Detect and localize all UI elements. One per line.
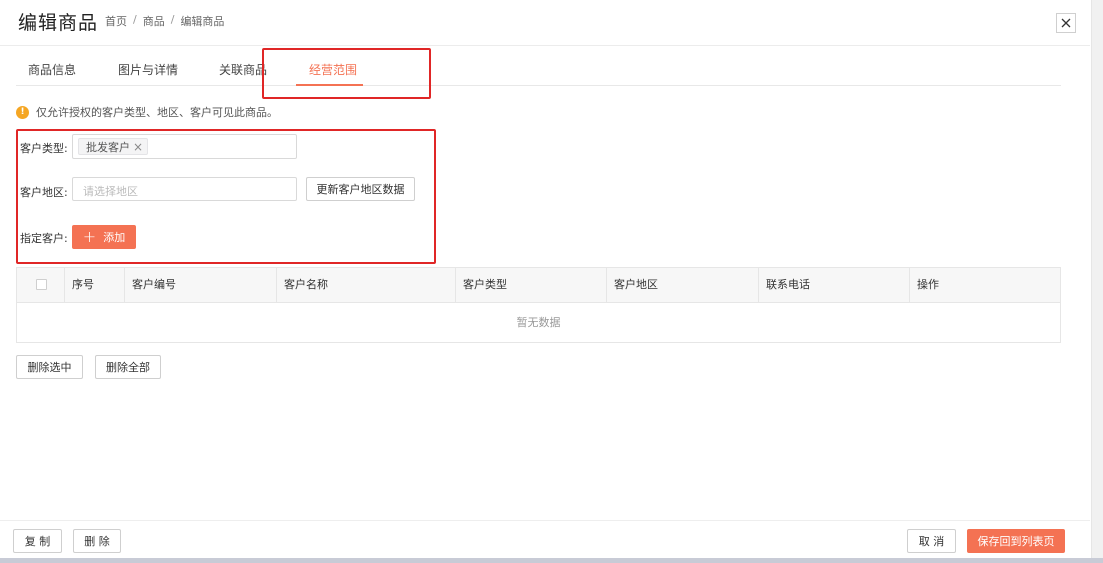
tag-close-icon[interactable]: × [133, 141, 143, 153]
info-icon: ! [16, 105, 29, 119]
customer-region-input[interactable]: 请选择地区 [72, 177, 297, 201]
select-all-column [17, 268, 64, 303]
customer-type-tag: 批发客户 × [78, 138, 149, 155]
empty-state: 暂无数据 [516, 316, 561, 329]
column-header: 客户编号 [124, 268, 276, 303]
tab-business-scope[interactable]: 经营范围 [309, 61, 357, 78]
tab-related-products[interactable]: 关联商品 [219, 61, 267, 78]
save-return-button[interactable]: 保存回到列表页 [967, 529, 1065, 553]
customer-type-label: 客户类型: [20, 142, 68, 155]
notice-bar: ! 仅允许授权的客户类型、地区、客户可见此商品。 [16, 104, 278, 120]
column-header: 客户名称 [276, 268, 455, 303]
table-header: 序号 客户编号 客户名称 客户类型 客户地区 联系电话 操作 [17, 268, 1060, 303]
column-header: 操作 [909, 268, 1060, 303]
tab-images-details[interactable]: 图片与详情 [118, 61, 178, 78]
window-bottom-edge [0, 558, 1103, 563]
column-header: 客户地区 [606, 268, 758, 303]
tab-product-info[interactable]: 商品信息 [28, 61, 76, 78]
breadcrumb: 首页 / 商品 / 编辑商品 [105, 13, 224, 29]
breadcrumb-current: 编辑商品 [180, 15, 225, 28]
breadcrumb-separator: / [133, 13, 137, 26]
assign-customer-label: 指定客户: [20, 232, 68, 245]
tag-label: 批发客户 [86, 140, 130, 154]
delete-button[interactable]: 删 除 [73, 529, 121, 553]
footer-divider [0, 520, 1090, 521]
vertical-scrollbar[interactable] [1091, 0, 1103, 563]
customer-type-select[interactable]: 批发客户 × [72, 134, 297, 159]
breadcrumb-separator: / [170, 13, 175, 26]
column-header: 客户类型 [455, 268, 606, 303]
update-region-button[interactable]: 更新客户地区数据 [306, 177, 415, 201]
cancel-button[interactable]: 取 消 [907, 529, 956, 553]
active-tab-indicator [296, 84, 363, 86]
customer-table: 序号 客户编号 客户名称 客户类型 客户地区 联系电话 操作 暂无数据 [16, 267, 1061, 343]
add-button-label: 添加 [103, 231, 126, 244]
select-all-checkbox[interactable] [36, 279, 47, 290]
delete-all-button[interactable]: 删除全部 [95, 355, 161, 379]
breadcrumb-products[interactable]: 商品 [143, 13, 165, 29]
tab-bar: 商品信息 图片与详情 关联商品 经营范围 [16, 52, 1061, 86]
plus-icon: + [82, 227, 97, 246]
column-header: 序号 [64, 268, 124, 303]
edit-product-page: 编辑商品 首页 / 商品 / 编辑商品 商品信息 图片与详情 关联商品 经营范围… [0, 0, 1103, 563]
page-header: 编辑商品 首页 / 商品 / 编辑商品 [0, 0, 1090, 46]
delete-selected-button[interactable]: 删除选中 [16, 355, 83, 379]
page-title: 编辑商品 [18, 12, 99, 34]
breadcrumb-home[interactable]: 首页 [105, 13, 127, 29]
close-icon [1061, 18, 1071, 28]
notice-text: 仅允许授权的客户类型、地区、客户可见此商品。 [36, 106, 278, 119]
add-customer-button[interactable]: + 添加 [72, 225, 136, 249]
customer-region-label: 客户地区: [20, 186, 68, 199]
column-header: 联系电话 [758, 268, 909, 303]
copy-button[interactable]: 复 制 [13, 529, 62, 553]
close-button[interactable] [1056, 13, 1076, 33]
